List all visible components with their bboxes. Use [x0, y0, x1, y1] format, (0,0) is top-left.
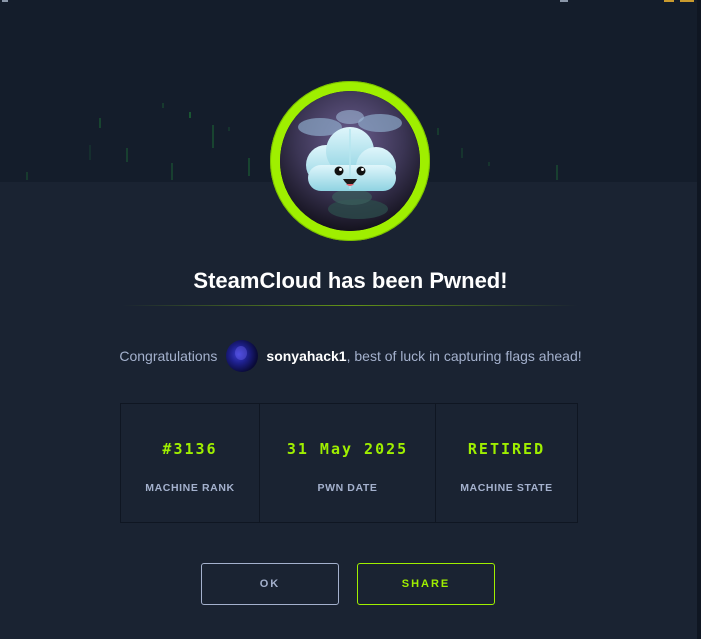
congrats-message: Congratulations sonyahack1 , best of luc…	[0, 339, 701, 373]
ok-button[interactable]: OK	[201, 563, 339, 605]
stat-pwn-date: 31 May 2025 PWN DATE	[260, 404, 436, 522]
page-title: SteamCloud has been Pwned!	[193, 268, 508, 293]
stat-label: MACHINE STATE	[460, 482, 553, 494]
user-avatar[interactable]	[226, 340, 259, 372]
stat-value: RETIRED	[467, 440, 546, 458]
stat-label: PWN DATE	[317, 482, 378, 494]
congrats-suffix: , best of luck in capturing flags ahead!	[346, 348, 582, 364]
share-button[interactable]: SHARE	[357, 563, 495, 605]
congrats-prefix: Congratulations	[119, 348, 218, 364]
stats-panel: #3136 MACHINE RANK 31 May 2025 PWN DATE …	[120, 403, 578, 523]
title-divider	[122, 305, 578, 306]
stat-label: MACHINE RANK	[145, 482, 235, 494]
top-edge-fragments	[2, 0, 694, 2]
stat-machine-rank: #3136 MACHINE RANK	[121, 404, 260, 522]
username-link[interactable]: sonyahack1	[266, 348, 346, 364]
machine-avatar	[270, 81, 430, 241]
stat-value: #3136	[162, 440, 218, 458]
stat-machine-state: RETIRED MACHINE STATE	[436, 404, 577, 522]
stat-value: 31 May 2025	[286, 440, 409, 458]
window-edge	[697, 0, 701, 639]
cloud-mascot-icon	[280, 91, 420, 231]
